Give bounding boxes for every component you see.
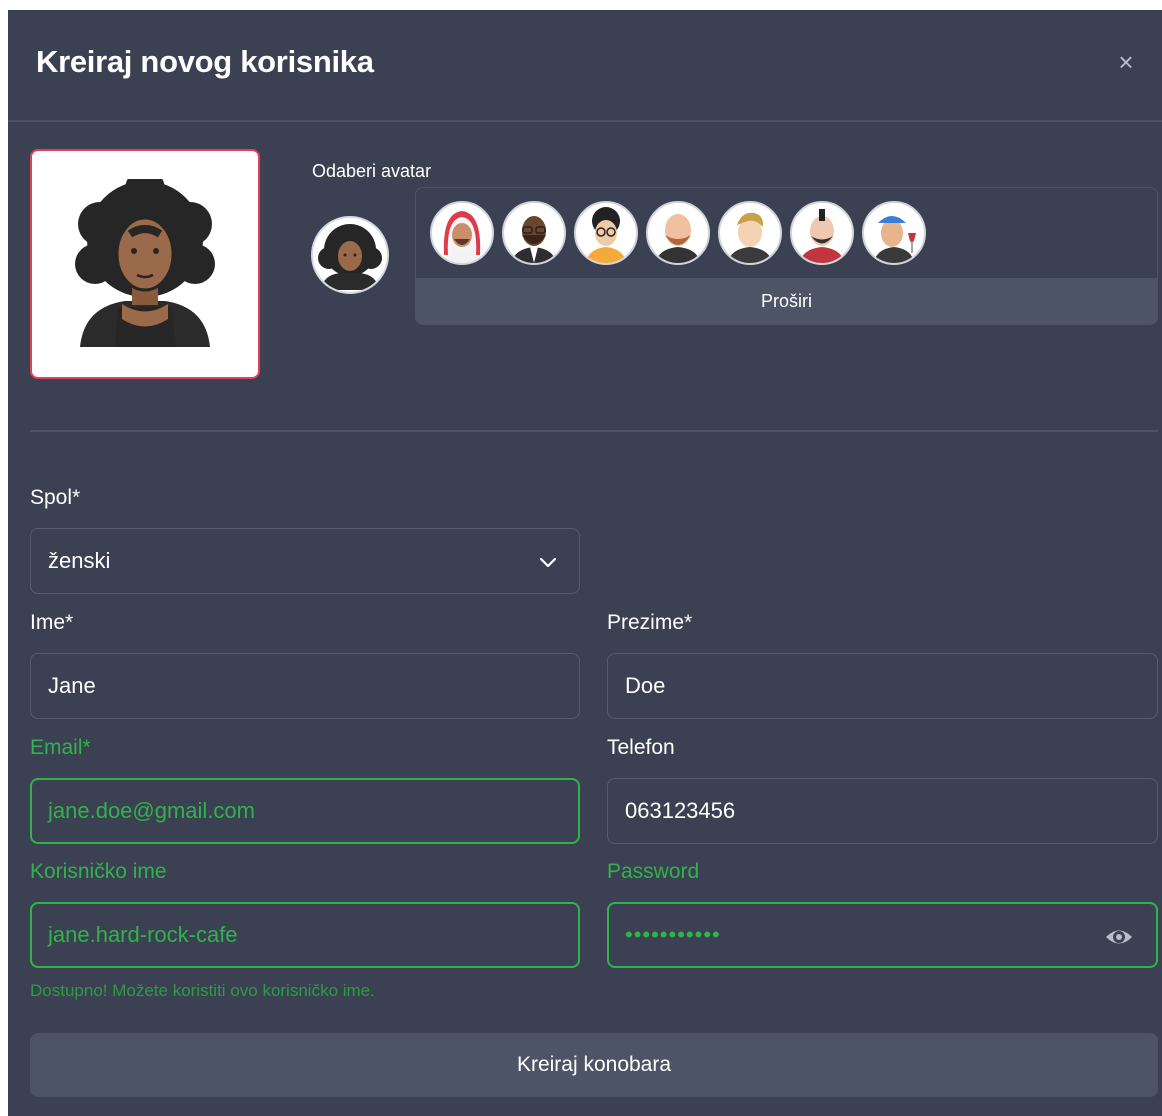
avatar-option-glasses-beard[interactable] [502,201,566,265]
avatar-picker: Proširi [415,187,1158,325]
man-curly-glasses-avatar-icon [586,207,626,263]
first-name-label: Ime* [30,611,74,634]
avatar-options [430,201,926,267]
woman-afro-avatar-large [75,179,215,347]
woman-cap-wine-avatar-icon [874,216,916,263]
phone-value: 063123456 [625,798,736,823]
avatar-option-bald-beard[interactable] [646,201,710,265]
create-waiter-button[interactable]: Kreiraj konobara [30,1033,1158,1097]
avatar-option-keffiyeh[interactable] [430,201,494,265]
close-icon[interactable]: × [1112,48,1140,76]
section-divider [30,430,1158,432]
chevron-down-icon [539,557,557,568]
username-field[interactable]: jane.hard-rock-cafe [30,902,580,968]
man-glasses-beard-avatar-icon [512,216,556,263]
gender-label: Spol* [30,486,81,509]
create-user-modal: Kreiraj novog korisnika × Odaberi avatar [8,10,1162,1116]
username-value: jane.hard-rock-cafe [48,922,238,947]
man-blond-avatar-icon [728,212,772,263]
expand-avatars-button[interactable]: Proširi [416,278,1157,324]
first-name-field[interactable]: Jane [30,653,580,719]
avatar-pick-label: Odaberi avatar [312,161,432,181]
first-name-value: Jane [48,673,96,698]
gender-select[interactable]: ženski [30,528,580,594]
phone-field[interactable]: 063123456 [607,778,1158,844]
username-label: Korisničko ime [30,860,167,883]
avatar-preview [30,149,260,379]
phone-label: Telefon [607,736,675,759]
man-keffiyeh-avatar-icon [442,211,482,263]
eye-icon[interactable] [1104,924,1134,950]
password-field[interactable]: ••••••••••• [607,902,1158,968]
last-name-label: Prezime* [607,611,693,634]
modal-title: Kreiraj novog korisnika [36,44,374,79]
selected-avatar [311,216,389,294]
man-mohawk-avatar-icon [800,209,844,263]
password-value: ••••••••••• [625,922,721,947]
last-name-value: Doe [625,673,666,698]
woman-afro-avatar-icon [318,224,382,290]
password-label: Password [607,860,700,883]
last-name-field[interactable]: Doe [607,653,1158,719]
username-available-hint: Dostupno! Možete koristiti ovo korisničk… [30,981,375,1000]
avatar-option-cap-wine[interactable] [862,201,926,265]
gender-value: ženski [48,548,111,573]
email-field[interactable]: jane.doe@gmail.com [30,778,580,844]
avatar-option-mohawk[interactable] [790,201,854,265]
email-value: jane.doe@gmail.com [48,798,255,823]
avatar-option-curly-glasses[interactable] [574,201,638,265]
man-bald-beard-avatar-icon [656,214,700,263]
avatar-option-blond[interactable] [718,201,782,265]
email-label: Email* [30,736,91,759]
modal-header: Kreiraj novog korisnika × [8,10,1162,122]
